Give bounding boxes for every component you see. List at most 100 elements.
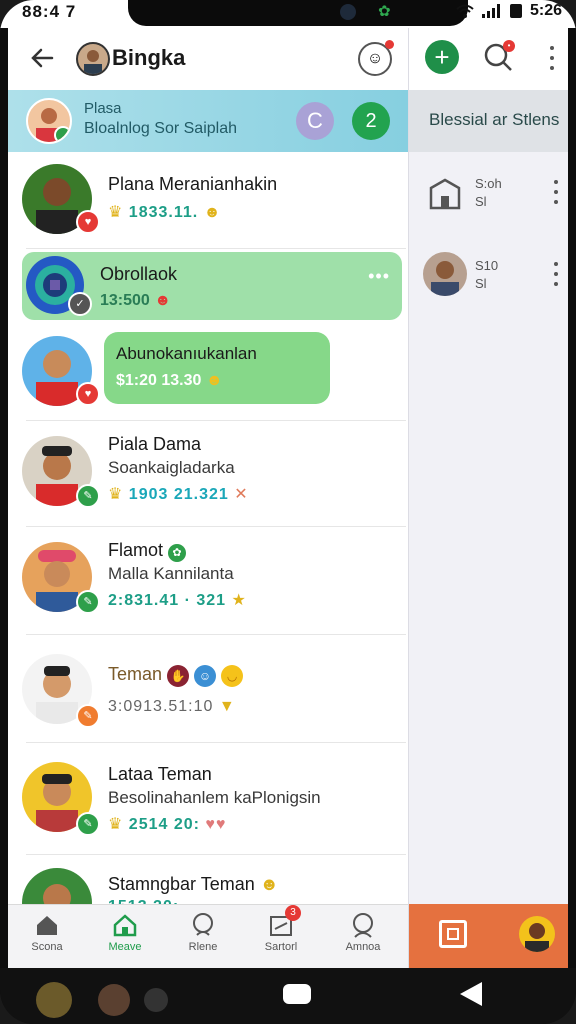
- top-bar: Bingka ☺: [8, 28, 408, 90]
- chat-meta: 13:500 ☻: [100, 292, 172, 309]
- heart-badge-icon: ♥: [76, 210, 100, 234]
- status-bar: 88:4 7 ✿ 5:26: [0, 0, 576, 28]
- status-time: 88:4 7: [22, 2, 77, 21]
- check-badge-icon: ✓: [68, 292, 92, 316]
- item-menu-icon[interactable]: [553, 262, 559, 286]
- chat-meta: 2:831.41 · 321 ★: [108, 592, 247, 609]
- nav-item-people[interactable]: Rlene: [168, 911, 238, 953]
- side-header: Blessial ar Stlens: [409, 90, 568, 152]
- list-item[interactable]: ♥ Plana Meranianhakin ♛ 1833.11. ☻: [8, 152, 408, 248]
- divider: [26, 634, 406, 635]
- app-screen: Bingka ☺ Plasa Bloalnlog Sor Saiplah C 2: [8, 28, 568, 968]
- sticker-button[interactable]: ☺: [358, 40, 394, 76]
- emoji-icon: ☻: [205, 372, 223, 389]
- side-list-item[interactable]: S:oh Sl: [409, 162, 568, 232]
- heart-icon: ♥♥: [205, 816, 227, 833]
- edit-badge-icon: ✎: [76, 704, 100, 728]
- side-toolbar: + •: [409, 28, 568, 90]
- message-bubble[interactable]: Abunokanıukanlan $1:20 13.30 ☻: [104, 332, 330, 404]
- banner-title: Plasa: [84, 100, 122, 117]
- chat-preview: Soankaigladarka: [108, 458, 235, 477]
- home-icon: [33, 911, 61, 939]
- nav-item-inbox[interactable]: 3 Sartorl: [246, 905, 316, 953]
- list-item-highlighted[interactable]: ✓ Obrollaok 13:500 ☻ •••: [22, 252, 402, 320]
- side-item-line1: S:oh: [475, 176, 502, 191]
- banner-subtitle: Bloalnlog Sor Saiplah: [84, 120, 237, 137]
- bell-icon: ▼: [218, 698, 236, 715]
- search-person-icon: [349, 911, 377, 939]
- emoji-icon: ☻: [203, 204, 222, 221]
- chat-name: Stamngbar Teman ☻: [108, 874, 279, 894]
- divider: [26, 742, 406, 743]
- trophy-icon: ♛: [108, 816, 124, 833]
- overflow-menu-icon[interactable]: [549, 46, 555, 70]
- chat-name: Piala Dama: [108, 434, 202, 454]
- list-item[interactable]: ✎ Flamot ✿ Malla Kannilanta 2:831.41 · 3…: [8, 528, 408, 634]
- avatar: [423, 252, 467, 296]
- recent-apps-preview[interactable]: [24, 978, 174, 1018]
- banner-count-button[interactable]: 2: [352, 102, 390, 140]
- sparkle-icon: ✕: [234, 486, 249, 503]
- list-item[interactable]: ✎ Piala Dama Soankaigladarka ♛ 1903 21.3…: [8, 422, 408, 526]
- item-menu-icon[interactable]: [553, 180, 559, 204]
- notification-icon: ✿: [378, 3, 391, 20]
- status-icons: 5:26: [456, 2, 562, 20]
- leaf-icon: ✿: [168, 544, 187, 562]
- banner-badge: [54, 126, 70, 142]
- emoji-icon-1: ✋: [167, 665, 190, 687]
- back-button-icon[interactable]: [460, 982, 482, 1006]
- nav-item-profile[interactable]: Amnoa: [328, 911, 398, 953]
- list-item[interactable]: ✎ Teman ✋ ☺ ◡ 3:0913.51:10 ▼: [8, 636, 408, 742]
- banner-c-button[interactable]: C: [296, 102, 334, 140]
- emoji-icon-3: ◡: [221, 665, 244, 687]
- star-icon: ★: [231, 592, 247, 609]
- chat-meta: $1:20 13.30 ☻: [116, 372, 223, 389]
- status-time-right: 5:26: [529, 2, 562, 19]
- signal-icon: [481, 4, 502, 18]
- chat-list: ♥ Plana Meranianhakin ♛ 1833.11. ☻ ✓ Obr: [8, 152, 408, 938]
- camera-notch: ✿: [128, 0, 468, 26]
- side-list-item[interactable]: S10 Sl: [409, 242, 568, 312]
- chat-name: Obrollaok: [100, 264, 178, 284]
- gallery-icon[interactable]: [439, 920, 467, 948]
- list-item[interactable]: ✎ Lataa Teman Besolinahanlem kaPlonigsin…: [8, 744, 408, 854]
- header-avatar[interactable]: [76, 42, 110, 76]
- emoji-icon: ☻: [154, 292, 172, 309]
- house-icon: [111, 911, 139, 939]
- side-item-line1: S10: [475, 258, 499, 273]
- search-badge: •: [503, 40, 515, 52]
- chat-meta: ♛ 1833.11. ☻: [108, 204, 222, 221]
- more-dots-icon[interactable]: •••: [368, 266, 390, 287]
- chat-meta: 3:0913.51:10 ▼: [108, 698, 236, 715]
- heart-badge-icon: ♥: [76, 382, 100, 406]
- chat-name: Teman ✋ ☺ ◡: [108, 664, 244, 687]
- phone-frame: 88:4 7 ✿ 5:26 Bingka ☺ Plasa Bloalnlog S…: [0, 0, 576, 1024]
- inbox-icon: 3: [267, 905, 301, 939]
- nav-item-active[interactable]: Meave: [90, 911, 160, 953]
- chat-name: Flamot ✿: [108, 540, 187, 562]
- trophy-icon: ♛: [108, 486, 124, 503]
- system-nav-bar: [0, 968, 576, 1024]
- edit-badge-icon: ✎: [76, 590, 100, 614]
- back-arrow-icon[interactable]: [28, 44, 56, 72]
- divider: [26, 854, 406, 855]
- chat-list-pane: Bingka ☺ Plasa Bloalnlog Sor Saiplah C 2: [8, 28, 408, 968]
- side-header-title: Blessial ar Stlens: [429, 110, 560, 129]
- page-title: Bingka: [112, 45, 186, 70]
- add-button[interactable]: +: [425, 40, 459, 74]
- pinned-banner[interactable]: Plasa Bloalnlog Sor Saiplah C 2: [8, 90, 408, 152]
- search-button[interactable]: •: [481, 40, 515, 74]
- emoji-icon: ☻: [259, 874, 279, 894]
- profile-avatar[interactable]: [519, 916, 555, 952]
- smiley-icon: ☺: [366, 50, 384, 67]
- home-button[interactable]: [283, 984, 311, 1004]
- camera-icon: [340, 4, 356, 20]
- nav-item-home[interactable]: Scona: [12, 911, 82, 953]
- banner-avatar: [26, 98, 72, 144]
- chat-preview: Malla Kannilanta: [108, 564, 234, 583]
- face-icon: [189, 911, 217, 939]
- side-pane: + • Blessial ar Stlens S:oh Sl S10 Sl: [408, 28, 568, 968]
- edit-badge-icon: ✎: [76, 812, 100, 836]
- list-item[interactable]: ♥ Abunokanıukanlan $1:20 13.30 ☻: [8, 328, 408, 420]
- side-item-line2: Sl: [475, 194, 487, 209]
